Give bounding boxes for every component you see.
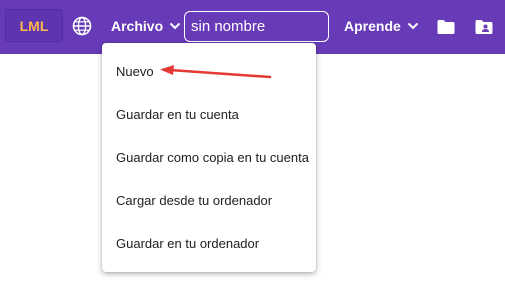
menu-item-save-to-computer[interactable]: Guardar en tu ordenador: [102, 222, 316, 265]
learn-menu-button[interactable]: Aprende: [344, 16, 419, 36]
learn-menu-label: Aprende: [344, 18, 401, 34]
folder-icon[interactable]: [436, 17, 456, 37]
menu-item-save-copy-to-account[interactable]: Guardar como copia en tu cuenta: [102, 136, 316, 179]
globe-icon[interactable]: [72, 16, 92, 36]
chevron-down-icon: [169, 22, 181, 30]
filename-input[interactable]: [184, 11, 329, 42]
file-menu-button[interactable]: Archivo: [111, 16, 181, 36]
account-folder-icon[interactable]: [474, 17, 494, 37]
menu-item-save-to-account[interactable]: Guardar en tu cuenta: [102, 93, 316, 136]
annotation-arrow: [160, 65, 272, 79]
chevron-down-icon: [407, 22, 419, 30]
file-menu-label: Archivo: [111, 18, 164, 34]
menu-item-load-from-computer[interactable]: Cargar desde tu ordenador: [102, 179, 316, 222]
app-logo[interactable]: LML: [5, 9, 63, 42]
